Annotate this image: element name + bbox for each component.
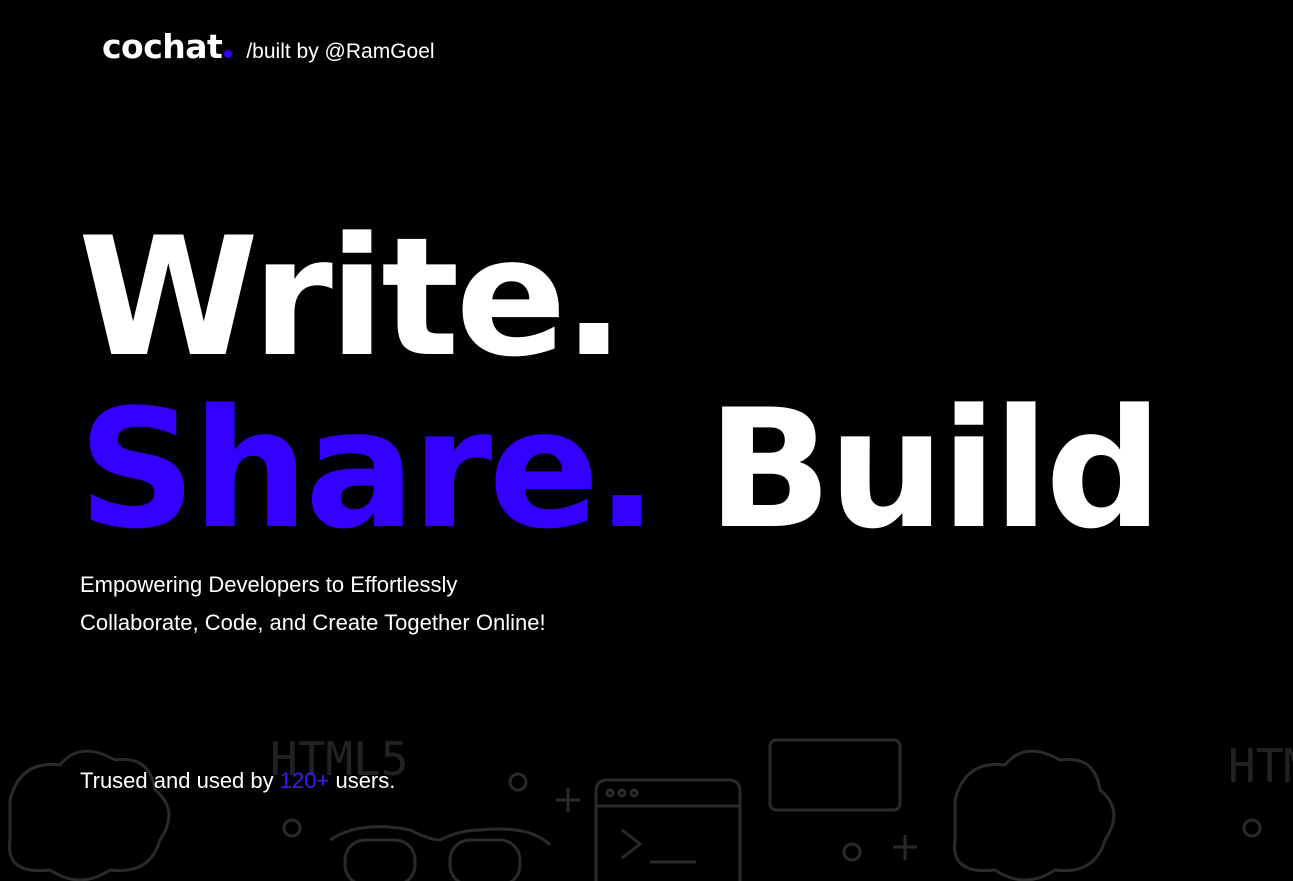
brain-doodle-icon bbox=[953, 749, 1116, 881]
circle-doodle-icon bbox=[282, 818, 302, 838]
terminal-window-icon bbox=[594, 778, 742, 881]
hero-line-write: Write. bbox=[78, 202, 625, 393]
circle-doodle-icon bbox=[842, 842, 862, 862]
tagline: Empowering Developers to Effortlessly Co… bbox=[80, 566, 546, 642]
landing-page: cochat /built by @RamGoel Write. Share. … bbox=[0, 0, 1293, 881]
built-by-link[interactable]: /built by @RamGoel bbox=[246, 41, 434, 62]
hero-word-build: Build bbox=[707, 374, 1163, 565]
tagline-line-1: Empowering Developers to Effortlessly bbox=[80, 572, 458, 597]
hero-heading: Write. Share. Build bbox=[78, 202, 1163, 556]
trusted-by-text: Trused and used by 120+ users. bbox=[80, 768, 395, 794]
tagline-line-2: Collaborate, Code, and Create Together O… bbox=[80, 610, 546, 635]
header: cochat /built by @RamGoel bbox=[102, 30, 435, 63]
circle-doodle-icon bbox=[508, 772, 528, 792]
trusted-prefix: Trused and used by bbox=[80, 768, 274, 793]
user-count: 120+ bbox=[279, 768, 330, 793]
logo-text: cochat bbox=[102, 27, 223, 66]
hero-word-share: Share. bbox=[78, 374, 658, 565]
circle-doodle-icon bbox=[1242, 818, 1262, 838]
background-doodles: HTML5 HTM bbox=[8, 732, 1293, 881]
logo-dot-icon bbox=[224, 50, 233, 58]
logo[interactable]: cochat bbox=[102, 27, 233, 66]
hero-line-share-build: Share. Build bbox=[78, 384, 1163, 556]
trusted-suffix: users. bbox=[335, 768, 396, 793]
glasses-doodle-icon bbox=[329, 825, 552, 847]
html-doodle-text: HTM bbox=[1228, 739, 1293, 793]
monitor-doodle-icon bbox=[768, 738, 902, 812]
